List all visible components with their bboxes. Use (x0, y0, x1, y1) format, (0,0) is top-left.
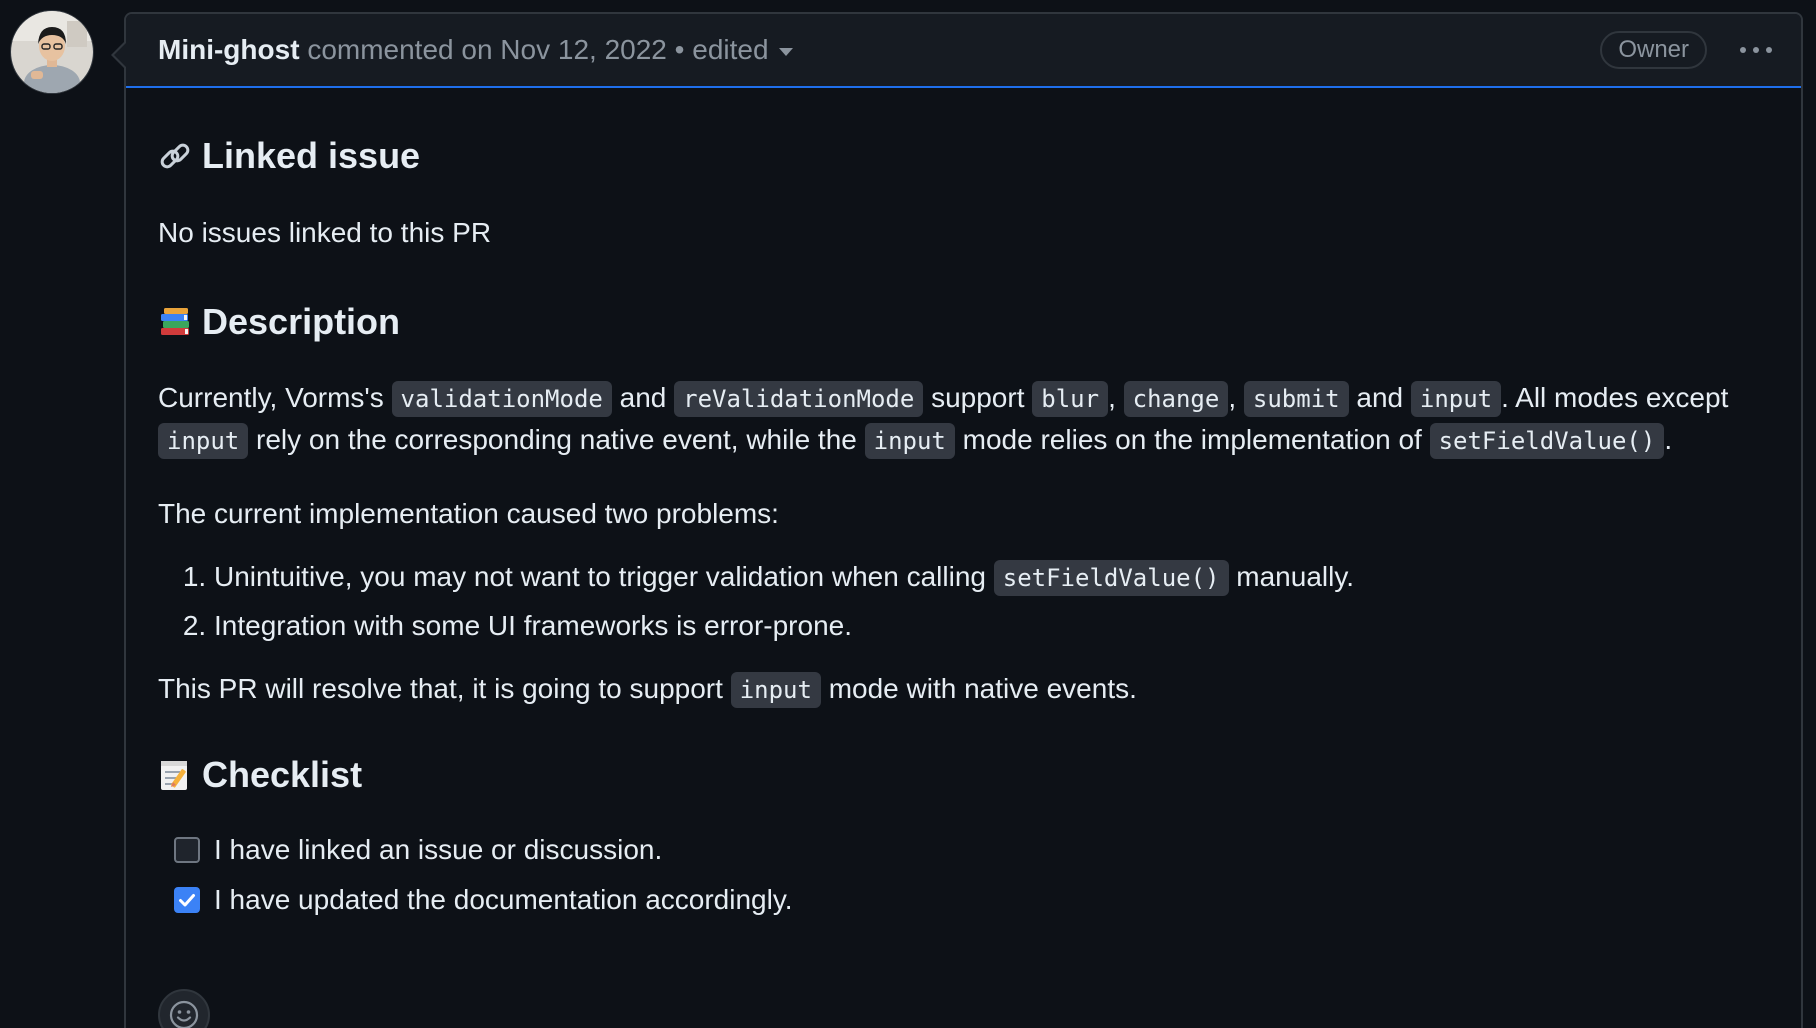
text-run: mode relies on the implementation of (954, 424, 1430, 455)
text-run: rely on the corresponding native event, … (248, 424, 865, 455)
text-run: . (1664, 424, 1673, 455)
inline-code: input (1410, 381, 1502, 417)
pr-comment-page: Mini-ghost commented on Nov 12, 2022 • e… (0, 0, 1816, 1028)
checklist-label: I have updated the documentation accordi… (214, 884, 793, 915)
caret-down-icon (778, 47, 793, 56)
add-reaction-button[interactable] (158, 989, 210, 1028)
checklist: I have linked an issue or discussion. I … (174, 829, 793, 929)
text-run: manually. (1228, 561, 1355, 592)
books-emoji (161, 308, 189, 335)
text-run: This PR will resolve that, it is going t… (158, 673, 731, 704)
checklist-label: I have linked an issue or discussion. (214, 834, 663, 865)
text-run: mode with native events. (820, 673, 1137, 704)
smiley-icon (169, 1000, 199, 1028)
inline-code: blur (1032, 381, 1109, 417)
author-link[interactable]: Mini-ghost (158, 34, 300, 65)
comment-date: commented on Nov 12, 2022 (307, 34, 667, 65)
comment-header-line: Mini-ghost commented on Nov 12, 2022 • e… (158, 32, 793, 68)
kebab-dot (1753, 47, 1759, 53)
description-line-1: Currently, Vorms's validationMode and re… (158, 377, 1778, 419)
text-run: . All modes except (1501, 382, 1729, 413)
inline-code: input (864, 423, 955, 459)
heading-description: Description (158, 300, 400, 344)
text-run: and (611, 382, 675, 413)
list-item: Unintuitive, you may not want to trigger… (214, 556, 1354, 598)
link-emoji (160, 143, 190, 169)
linked-issue-text: No issues linked to this PR (158, 217, 492, 248)
edited-label: edited (692, 34, 769, 65)
owner-badge: Owner (1600, 31, 1707, 69)
checklist-item: I have updated the documentation accordi… (174, 879, 793, 921)
check-icon (179, 894, 195, 907)
description-line-2: input rely on the corresponding native e… (158, 419, 1778, 461)
comment-meta: commented on Nov 12, 2022 • (307, 34, 692, 65)
inline-code: validationMode (391, 381, 612, 417)
heading-text: Checklist (202, 754, 363, 795)
checkbox-checked[interactable] (174, 887, 200, 913)
heading-linked-issue: Linked issue (158, 134, 420, 178)
text-run: Unintuitive, you may not want to trigger… (214, 561, 994, 592)
memo-emoji (161, 761, 187, 790)
avatar-image (11, 11, 93, 93)
heading-checklist: Checklist (158, 753, 362, 797)
resolve-paragraph: This PR will resolve that, it is going t… (158, 668, 1137, 711)
problems-list: Unintuitive, you may not want to trigger… (158, 556, 1354, 654)
description-paragraph: Currently, Vorms's validationMode and re… (158, 377, 1778, 461)
text-run: support (923, 382, 1033, 413)
text-run: , (1228, 382, 1244, 413)
kebab-dot (1740, 47, 1746, 53)
comment-header: Mini-ghost commented on Nov 12, 2022 • e… (111, 14, 1801, 88)
inline-code: setFieldValue() (1429, 423, 1665, 459)
comment-pointer-inner (114, 43, 126, 67)
inline-code: reValidationMode (674, 381, 924, 417)
kebab-dot (1766, 47, 1772, 53)
inline-code: setFieldValue() (993, 560, 1229, 596)
comment-box: Mini-ghost commented on Nov 12, 2022 • e… (111, 12, 1803, 1028)
heading-text: Description (202, 301, 401, 342)
list-item: Integration with some UI frameworks is e… (214, 605, 1354, 647)
inline-code: input (730, 672, 821, 708)
separator-dot: • (674, 34, 685, 65)
edited-dropdown[interactable]: edited (692, 34, 793, 65)
kebab-horizontal-icon[interactable] (1733, 36, 1779, 64)
inline-code: submit (1243, 381, 1349, 417)
problems-intro: The current implementation caused two pr… (158, 498, 779, 529)
text-run: Currently, Vorms's (158, 382, 392, 413)
checkbox-unchecked[interactable] (174, 837, 200, 863)
heading-text: Linked issue (202, 135, 421, 176)
checklist-item: I have linked an issue or discussion. (174, 829, 793, 871)
text-run: Integration with some UI frameworks is e… (214, 610, 852, 641)
inline-code: input (158, 423, 249, 459)
text-run: , (1108, 382, 1124, 413)
author-avatar[interactable] (11, 11, 93, 93)
inline-code: change (1123, 381, 1229, 417)
text-run: and (1348, 382, 1411, 413)
